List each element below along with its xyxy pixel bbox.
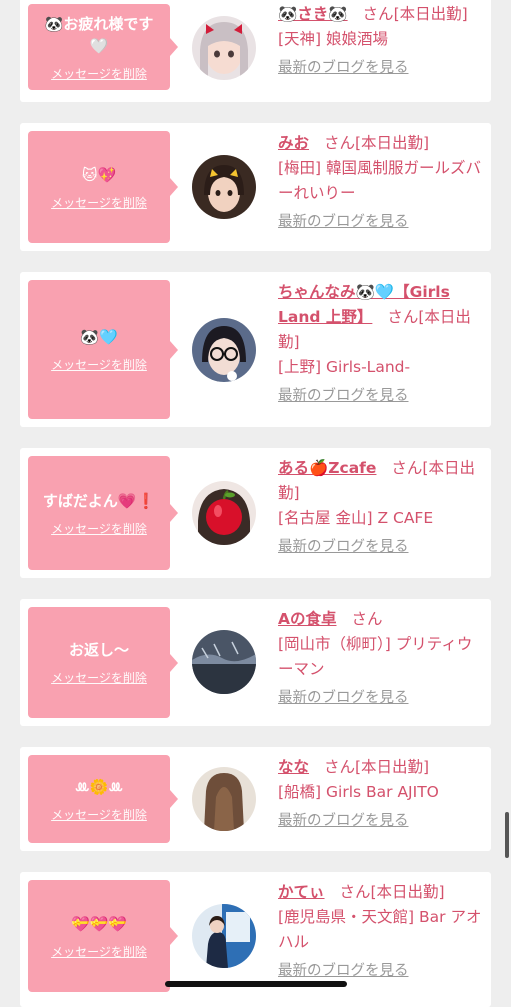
avatar-photo xyxy=(192,318,256,382)
honorific: さん xyxy=(387,308,419,326)
latest-blog-link[interactable]: 最新のブログを見る xyxy=(278,686,409,711)
message-text: ꔛ🌼ꔛ xyxy=(74,777,124,796)
latest-blog-link[interactable]: 最新のブログを見る xyxy=(278,56,409,81)
avatar-photo xyxy=(192,16,256,80)
message-bubble: 🐼お疲れ様です🤍 メッセージを削除 xyxy=(28,4,178,90)
message-bubble: 🐱💖 メッセージを削除 xyxy=(28,131,178,243)
shop-location: [船橋] Girls Bar AJITO xyxy=(278,783,439,801)
message-bubble: ꔛ🌼ꔛ メッセージを削除 xyxy=(28,755,178,843)
delete-message-link[interactable]: メッセージを削除 xyxy=(51,806,147,823)
delete-message-link[interactable]: メッセージを削除 xyxy=(51,943,147,960)
message-text: 🐼🩵 xyxy=(80,328,118,346)
profile-info: ある🍎Zcafe さん[本日出勤] [名古屋 金山] Z CAFE 最新のブログ… xyxy=(278,456,484,560)
message-text: 🐼お疲れ様です🤍 xyxy=(44,14,154,55)
message-card: すばだよん💗❗️ メッセージを削除 ある🍎Zcafe さん[本日出勤] [名古屋… xyxy=(20,448,491,578)
message-bubble: お返し〜 メッセージを削除 xyxy=(28,607,178,718)
avatar[interactable] xyxy=(192,904,256,968)
avatar[interactable] xyxy=(192,481,256,545)
latest-blog-link[interactable]: 最新のブログを見る xyxy=(278,535,409,560)
profile-name-link[interactable]: Aの食卓 xyxy=(278,610,337,628)
delete-message-link[interactable]: メッセージを削除 xyxy=(51,65,147,82)
avatar-photo xyxy=(192,630,256,694)
honorific: さん xyxy=(391,459,423,477)
avatar[interactable] xyxy=(192,16,256,80)
profile-info: Aの食卓 さん [岡山市（柳町）] プリティウーマン 最新のブログを見る xyxy=(278,607,484,711)
latest-blog-link[interactable]: 最新のブログを見る xyxy=(278,809,409,834)
profile-name-link[interactable]: みお xyxy=(278,134,309,152)
avatar-photo xyxy=(192,481,256,545)
profile-info: ちゃんなみ🐼🩵【Girls Land 上野】 さん[本日出勤] [上野] Gir… xyxy=(278,280,484,409)
message-bubble: すばだよん💗❗️ メッセージを削除 xyxy=(28,456,178,570)
work-status: [本日出勤] xyxy=(354,758,430,776)
message-card: お返し〜 メッセージを削除 Aの食卓 さん [岡山市（柳町）] プリティウーマン… xyxy=(20,599,491,726)
message-card: 🐼🩵 メッセージを削除 ちゃんなみ🐼🩵【Girls Land 上野】 さん[本日… xyxy=(20,272,491,427)
shop-location: [鹿児島県・天文館] Bar アオハル xyxy=(278,908,482,951)
work-status: [本日出勤] xyxy=(354,134,430,152)
message-text: すばだよん💗❗️ xyxy=(42,491,156,510)
honorific: さん xyxy=(362,5,394,23)
avatar[interactable] xyxy=(192,630,256,694)
message-card: 🐼お疲れ様です🤍 メッセージを削除 🐼さき🐼 さん[本日出勤] [天神] 娘娘酒… xyxy=(20,0,491,102)
message-bubble: 💝💝💝 メッセージを削除 xyxy=(28,880,178,992)
work-status: [本日出勤] xyxy=(370,883,445,901)
message-bubble: 🐼🩵 メッセージを削除 xyxy=(28,280,178,419)
latest-blog-link[interactable]: 最新のブログを見る xyxy=(278,384,409,409)
message-text: 💝💝💝 xyxy=(70,914,128,933)
delete-message-link[interactable]: メッセージを削除 xyxy=(51,520,147,537)
delete-message-link[interactable]: メッセージを削除 xyxy=(51,669,147,686)
message-card: ꔛ🌼ꔛ メッセージを削除 なな さん[本日出勤] [船橋] Girls Bar … xyxy=(20,747,491,851)
avatar[interactable] xyxy=(192,155,256,219)
avatar-photo xyxy=(192,767,256,831)
delete-message-link[interactable]: メッセージを削除 xyxy=(51,194,147,211)
message-text: お返し〜 xyxy=(68,641,129,659)
scroll-indicator[interactable] xyxy=(505,812,509,858)
shop-location: [上野] Girls-Land- xyxy=(278,358,411,376)
profile-name-link[interactable]: かてぃ xyxy=(278,883,325,901)
avatar[interactable] xyxy=(192,767,256,831)
message-card: 🐱💖 メッセージを削除 みお さん[本日出勤] [梅田] 韓国風制服ガールズバー… xyxy=(20,123,491,251)
work-status: [本日出勤] xyxy=(393,5,468,23)
profile-info: かてぃ さん[本日出勤] [鹿児島県・天文館] Bar アオハル 最新のブログを… xyxy=(278,880,484,984)
shop-location: [梅田] 韓国風制服ガールズバーれいりー xyxy=(278,159,482,202)
delete-message-link[interactable]: メッセージを削除 xyxy=(51,356,147,373)
avatar-photo xyxy=(192,904,256,968)
profile-info: みお さん[本日出勤] [梅田] 韓国風制服ガールズバーれいりー 最新のブログを… xyxy=(278,131,484,235)
avatar[interactable] xyxy=(192,318,256,382)
honorific: さん xyxy=(323,758,355,776)
honorific: さん xyxy=(323,134,355,152)
profile-info: なな さん[本日出勤] [船橋] Girls Bar AJITO 最新のブログを… xyxy=(278,755,484,834)
honorific: さん xyxy=(339,883,371,901)
avatar-photo xyxy=(192,155,256,219)
profile-name-link[interactable]: 🐼さき🐼 xyxy=(278,5,348,23)
message-text: 🐱💖 xyxy=(81,165,117,184)
latest-blog-link[interactable]: 最新のブログを見る xyxy=(278,210,409,235)
profile-info: 🐼さき🐼 さん[本日出勤] [天神] 娘娘酒場 最新のブログを見る xyxy=(278,2,484,81)
honorific: さん xyxy=(351,610,383,628)
profile-name-link[interactable]: ある🍎Zcafe xyxy=(278,459,376,477)
shop-location: [岡山市（柳町）] プリティウーマン xyxy=(278,635,473,678)
home-indicator-bar xyxy=(165,981,347,987)
shop-location: [天神] 娘娘酒場 xyxy=(278,30,389,48)
shop-location: [名古屋 金山] Z CAFE xyxy=(278,509,434,527)
profile-name-link[interactable]: なな xyxy=(278,758,309,776)
